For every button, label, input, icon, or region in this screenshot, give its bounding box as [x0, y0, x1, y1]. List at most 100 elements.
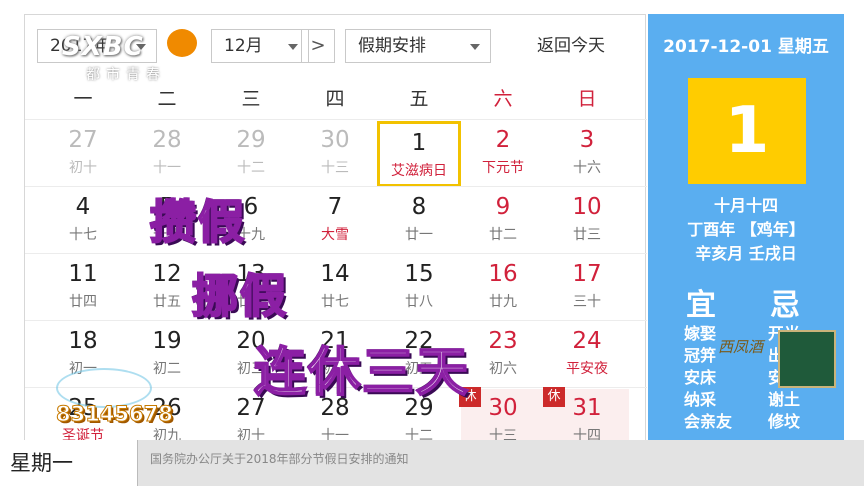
lunar-label: 十七 — [69, 227, 97, 243]
calendar-day-cell[interactable]: 1 艾滋病日 — [377, 121, 461, 187]
calendar-day-cell[interactable]: 24 平安夜 — [545, 322, 629, 388]
calendar-day-cell[interactable]: 8 廿一 — [377, 188, 461, 254]
news-ticker-bar: 星期一 国务院办公厅关于2018年部分节假日安排的通知 — [0, 440, 864, 486]
channel-logo-text: SXBC — [62, 32, 144, 62]
lunar-label: 十三 — [321, 160, 349, 176]
ji-item: 修坟 — [768, 412, 801, 431]
day-number: 10 — [572, 194, 602, 220]
day-number: 3 — [579, 127, 595, 153]
lunar-label: 初六 — [489, 361, 517, 377]
day-number: 30 — [320, 127, 350, 153]
lunar-label: 十一 — [153, 160, 181, 176]
yi-item: 嫁娶 — [684, 324, 717, 343]
chevron-down-icon — [288, 44, 298, 50]
calendar-day-cell[interactable]: 9 廿二 — [461, 188, 545, 254]
weekday-label: 一 — [73, 88, 93, 110]
row-divider — [25, 253, 647, 254]
calendar-day-cell[interactable]: 28 十一 — [125, 121, 209, 187]
day-number: 27 — [68, 127, 98, 153]
caption-move-leave: 挪假 — [191, 268, 288, 324]
weekday-label: 五 — [409, 88, 429, 110]
calendar-day-cell[interactable]: 7 大雪 — [293, 188, 377, 254]
day-number: 24 — [572, 328, 602, 354]
weekday-label: 日 — [577, 88, 597, 110]
lunar-label: 廿九 — [489, 294, 517, 310]
yi-heading: 宜 — [686, 288, 716, 323]
day-number: 28 — [152, 127, 182, 153]
ticker-text: 国务院办公厅关于2018年部分节假日安排的通知 — [150, 452, 409, 466]
lunar-label: 平安夜 — [566, 361, 608, 377]
calendar-day-cell[interactable]: 14 廿七 — [293, 255, 377, 321]
day-number: 4 — [75, 194, 91, 220]
calendar-day-cell[interactable]: 10 廿三 — [545, 188, 629, 254]
yi-item: 会亲友 — [684, 412, 733, 431]
lunar-label: 三十 — [573, 294, 601, 310]
channel-logo-icon — [164, 26, 200, 60]
ad-brand-text: 西凤酒 — [718, 338, 764, 356]
selected-date: 2017-12-01 星期五 — [663, 37, 829, 57]
calendar-day-cell[interactable]: 3 十六 — [545, 121, 629, 187]
caption-save-leave: 攒假 — [149, 194, 246, 250]
lunar-label: 初十 — [69, 160, 97, 176]
calendar-day-cell[interactable]: 11 廿四 — [41, 255, 125, 321]
day-number: 8 — [411, 194, 427, 220]
channel-logo-subtitle: 都市青春 — [86, 67, 166, 83]
day-number: 23 — [488, 328, 518, 354]
yi-item: 纳采 — [684, 390, 717, 409]
day-number: 7 — [327, 194, 343, 220]
calendar-day-cell[interactable]: 15 廿八 — [377, 255, 461, 321]
holiday-select[interactable]: 假期安排 — [345, 29, 491, 63]
calendar-day-cell[interactable]: 27 初十 — [41, 121, 125, 187]
day-number: 19 — [152, 328, 182, 354]
lunar-label: 艾滋病日 — [391, 163, 447, 179]
day-number: 11 — [68, 261, 98, 287]
lunar-label: 廿四 — [69, 294, 97, 310]
selected-day-number: 1 — [688, 78, 806, 184]
ganzhi-year: 丁酉年 【鸡年】 — [687, 220, 805, 239]
day-number: 2 — [495, 127, 511, 153]
rest-day-badge: 休 — [543, 387, 565, 407]
calendar-day-cell[interactable]: 17 三十 — [545, 255, 629, 321]
calendar-day-cell[interactable]: 23 初六 — [461, 322, 545, 388]
chevron-down-icon — [470, 44, 480, 50]
back-to-today-button[interactable]: 返回今天 — [511, 29, 631, 63]
day-number: 16 — [488, 261, 518, 287]
lunar-label: 十六 — [573, 160, 601, 176]
weekday-label: 三 — [241, 88, 261, 110]
lunar-label: 廿八 — [405, 294, 433, 310]
weekday-label: 二 — [157, 88, 177, 110]
day-number: 18 — [68, 328, 98, 354]
calendar-day-cell[interactable]: 2 下元节 — [461, 121, 545, 187]
day-detail-panel: 2017-12-01 星期五 1 十月十四 丁酉年 【鸡年】 辛亥月 壬戌日 宜… — [648, 14, 844, 454]
weekday-label: 六 — [493, 88, 513, 110]
calendar-day-cell[interactable]: 4 十七 — [41, 188, 125, 254]
screen: 2017年 < 12月 > 假期安排 返回今天 一二三四五六日 27初十28十一… — [0, 0, 864, 486]
yi-item: 安床 — [684, 368, 717, 387]
holiday-select-label: 假期安排 — [358, 36, 426, 56]
lunar-label: 廿三 — [573, 227, 601, 243]
day-number: 9 — [495, 194, 511, 220]
calendar-day-cell[interactable]: 16 廿九 — [461, 255, 545, 321]
calendar-day-cell[interactable]: 30 十三 — [293, 121, 377, 187]
row-divider — [25, 186, 647, 187]
channel-logo: SXBC 都市青春 — [48, 22, 248, 84]
lunar-date: 十月十四 — [713, 196, 778, 215]
day-number: 1 — [411, 130, 427, 156]
row-divider — [25, 119, 647, 120]
row-divider — [25, 320, 647, 321]
yi-item: 冠笄 — [684, 346, 717, 365]
caption-three-days-off: 连休三天 — [253, 342, 471, 404]
ji-heading: 忌 — [770, 288, 800, 323]
weekday-label: 四 — [325, 88, 345, 110]
calendar-day-cell[interactable]: 29 十二 — [209, 121, 293, 187]
lunar-label: 廿七 — [321, 294, 349, 310]
day-number: 14 — [320, 261, 350, 287]
day-number: 17 — [572, 261, 602, 287]
hotline-number: 83145678 — [56, 402, 174, 427]
ticker-weekday: 星期一 — [0, 440, 138, 486]
day-number: 29 — [236, 127, 266, 153]
lunar-label: 廿二 — [489, 227, 517, 243]
weekday-header: 一二三四五六日 — [25, 79, 647, 119]
ji-item: 谢土 — [768, 390, 801, 409]
next-month-button[interactable]: > — [301, 29, 335, 63]
